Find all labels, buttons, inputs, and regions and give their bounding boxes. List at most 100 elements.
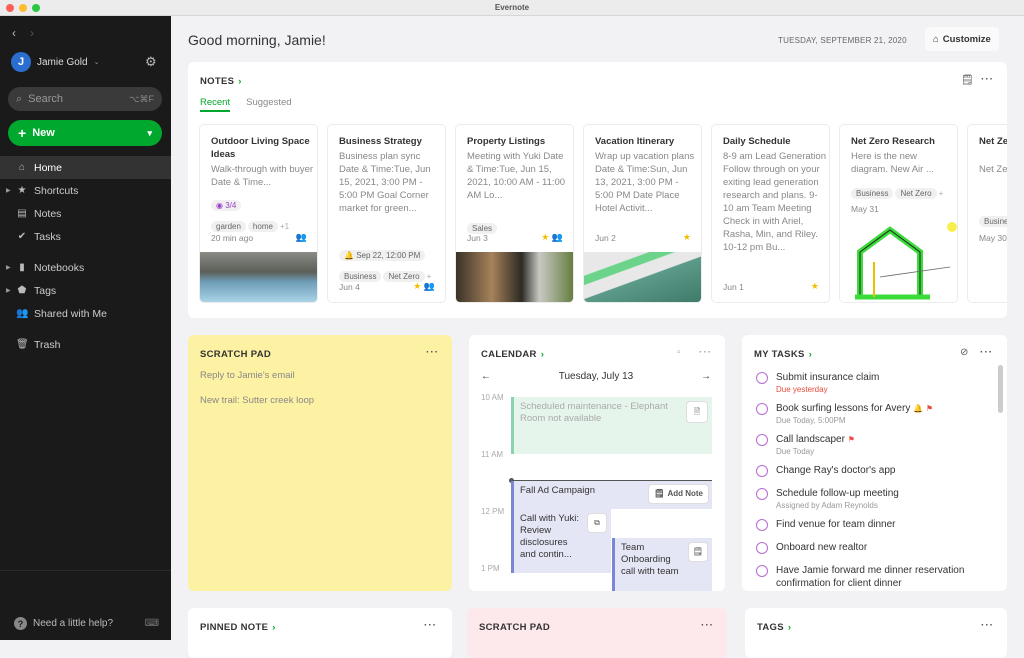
tag-pill[interactable]: Business xyxy=(339,271,382,282)
close-window-button[interactable] xyxy=(6,4,14,12)
search-input[interactable]: ⌕ Search ⌥⌘F xyxy=(8,87,162,111)
task-checkbox[interactable] xyxy=(756,434,768,446)
note-icon[interactable]: 🗎 xyxy=(686,401,708,423)
prev-day-arrow[interactable]: ← xyxy=(481,371,491,382)
next-day-arrow[interactable]: → xyxy=(701,371,711,382)
calendar-event[interactable]: Team Onboarding call with team 🗒 xyxy=(612,538,712,591)
note-title: Business Strategy xyxy=(339,136,422,147)
note-snippet: Wrap up vacation plans Date & Time:Sun, … xyxy=(595,151,695,214)
new-button[interactable]: + New ▾ xyxy=(8,120,162,146)
back-arrow-icon[interactable]: ‹ xyxy=(12,26,16,40)
scratch-pad-widget[interactable]: SCRATCH PAD ··· Reply to Jamie's email N… xyxy=(188,335,452,591)
note-card[interactable]: Business Strategy Business plan sync Dat… xyxy=(327,124,446,303)
task-checkbox[interactable] xyxy=(756,372,768,384)
note-card[interactable]: Net Zero Docum Net Ze Docur Zero F Busin… xyxy=(967,124,1007,303)
task-checkbox[interactable] xyxy=(756,565,768,577)
more-options-icon[interactable]: ··· xyxy=(424,620,437,631)
task-item[interactable]: Schedule follow-up meeting Assigned by Ad… xyxy=(756,487,988,510)
sidebar-item-notebooks[interactable]: ▶ ▮ Notebooks xyxy=(0,256,171,279)
window-title: Evernote xyxy=(494,3,530,12)
new-note-icon[interactable]: 🗒 xyxy=(961,75,975,86)
note-card[interactable]: Property Listings Meeting with Yuki Date… xyxy=(455,124,574,303)
sidebar-item-notes[interactable]: ▤ Notes xyxy=(0,202,171,225)
tag-pill[interactable]: home xyxy=(247,221,278,232)
notes-widget-title[interactable]: NOTES › xyxy=(200,76,242,87)
new-label: New xyxy=(32,127,55,139)
tags-widget: TAGS › ··· xyxy=(745,608,1007,658)
expand-triangle-icon[interactable]: ▶ xyxy=(6,287,11,294)
help-link[interactable]: Need a little help? xyxy=(33,618,113,629)
tag-pill[interactable]: Net Zero xyxy=(895,188,937,199)
tag-pill[interactable]: Business xyxy=(851,188,894,199)
maximize-window-button[interactable] xyxy=(32,4,40,12)
note-card[interactable]: Vacation Itinerary Wrap up vacation plan… xyxy=(583,124,702,303)
task-assigned: Assigned by Adam Reynolds xyxy=(776,501,878,510)
task-checkbox[interactable] xyxy=(756,465,768,477)
task-item[interactable]: Submit insurance claim Due yesterday xyxy=(756,371,988,394)
task-item[interactable]: Call landscaper ⚑ Due Today xyxy=(756,433,988,456)
task-checkbox[interactable] xyxy=(756,488,768,500)
tab-suggested[interactable]: Suggested xyxy=(246,97,291,112)
chevron-right-icon: › xyxy=(540,349,545,360)
keyboard-icon[interactable]: ⌨ xyxy=(145,618,159,629)
note-card[interactable]: Daily Schedule 8-9 am Lead Generation Fo… xyxy=(711,124,830,303)
add-task-icon[interactable]: ⊘ xyxy=(960,347,969,358)
sidebar-item-shortcuts[interactable]: ▶ ★ Shortcuts xyxy=(0,179,171,202)
note-date: Jun 4 xyxy=(339,282,360,292)
task-checkbox[interactable] xyxy=(756,403,768,415)
calendar-day: Tuesday, July 13 xyxy=(558,371,634,382)
task-item[interactable]: Onboard new realtor xyxy=(756,541,988,554)
sidebar-item-label: Tags xyxy=(34,284,57,297)
task-checkbox[interactable] xyxy=(756,519,768,531)
tab-recent[interactable]: Recent xyxy=(200,97,231,112)
tags-title[interactable]: TAGS › xyxy=(757,622,791,633)
chevron-down-icon[interactable]: ▾ xyxy=(147,128,152,139)
calendar-event[interactable]: Call with Yuki: Review disclosures and c… xyxy=(511,509,611,573)
flag-icon: ⚑ xyxy=(925,404,934,413)
more-options-icon[interactable]: ··· xyxy=(980,347,993,358)
sidebar-item-tasks[interactable]: ✔ Tasks xyxy=(0,225,171,248)
calendar-title[interactable]: CALENDAR › xyxy=(481,349,544,360)
calendar-event[interactable]: Fall Ad Campaign 🗒 Add Note xyxy=(511,481,712,509)
add-note-icon[interactable]: 🗒 xyxy=(688,542,708,562)
tag-pill[interactable]: Busine xyxy=(979,216,1007,227)
forward-arrow-icon[interactable]: › xyxy=(30,26,34,40)
sidebar-item-trash[interactable]: 🗑 Trash xyxy=(0,333,171,356)
pinned-note-title[interactable]: PINNED NOTE › xyxy=(200,622,276,633)
star-icon: ★ xyxy=(810,281,819,291)
expand-triangle-icon[interactable]: ▶ xyxy=(6,187,11,194)
expand-triangle-icon[interactable]: ▶ xyxy=(6,264,11,271)
more-options-icon[interactable]: ··· xyxy=(701,620,714,631)
more-options-icon[interactable]: ··· xyxy=(981,74,994,85)
sidebar-item-tags[interactable]: ▶ ⬟ Tags xyxy=(0,279,171,302)
add-note-button[interactable]: 🗒 Add Note xyxy=(648,484,709,504)
tasks-title[interactable]: MY TASKS › xyxy=(754,349,812,360)
account-menu[interactable]: J Jamie Gold ⌄ xyxy=(11,52,99,72)
task-item[interactable]: Find venue for team dinner xyxy=(756,518,988,531)
more-options-icon[interactable]: ··· xyxy=(426,347,439,358)
task-item[interactable]: Have Jamie forward me dinner reservation… xyxy=(756,564,988,590)
task-item[interactable]: Change Ray's doctor's app xyxy=(756,464,988,477)
scratch-pad-widget-2[interactable]: SCRATCH PAD ··· xyxy=(467,608,727,658)
more-options-icon[interactable]: ··· xyxy=(699,347,712,358)
scratch-pad-text[interactable]: Reply to Jamie's email New trail: Sutter… xyxy=(200,369,314,407)
calendar-icon[interactable]: ▫ xyxy=(677,347,682,358)
minimize-window-button[interactable] xyxy=(19,4,27,12)
notebook-icon: ▮ xyxy=(19,262,25,273)
sidebar-item-shared[interactable]: 👥 Shared with Me xyxy=(0,302,171,325)
sidebar-item-home[interactable]: ⌂ Home xyxy=(0,156,171,179)
scrollbar[interactable] xyxy=(998,365,1003,413)
task-checkbox[interactable] xyxy=(756,542,768,554)
note-card[interactable]: Outdoor Living Space Ideas Walk-through … xyxy=(199,124,318,303)
help-icon[interactable]: ? xyxy=(14,617,27,630)
more-options-icon[interactable]: ··· xyxy=(981,620,994,631)
calendar-event[interactable]: Scheduled maintenance - Elephant Room no… xyxy=(511,397,712,454)
customize-button[interactable]: ⌂ Customize xyxy=(925,27,999,51)
gear-icon[interactable]: ⚙ xyxy=(145,54,157,70)
note-card[interactable]: Net Zero Research Here is the new diagra… xyxy=(839,124,958,303)
reminder-text: Sep 22, 12:00 PM xyxy=(356,251,421,260)
notes-icon[interactable]: ⧉ xyxy=(587,513,607,533)
task-progress-badge: ◉ 3/4 xyxy=(211,200,242,211)
tag-pill[interactable]: garden xyxy=(211,221,246,232)
task-item[interactable]: Book surfing lessons for Avery 🔔 ⚑ Due To… xyxy=(756,402,988,425)
